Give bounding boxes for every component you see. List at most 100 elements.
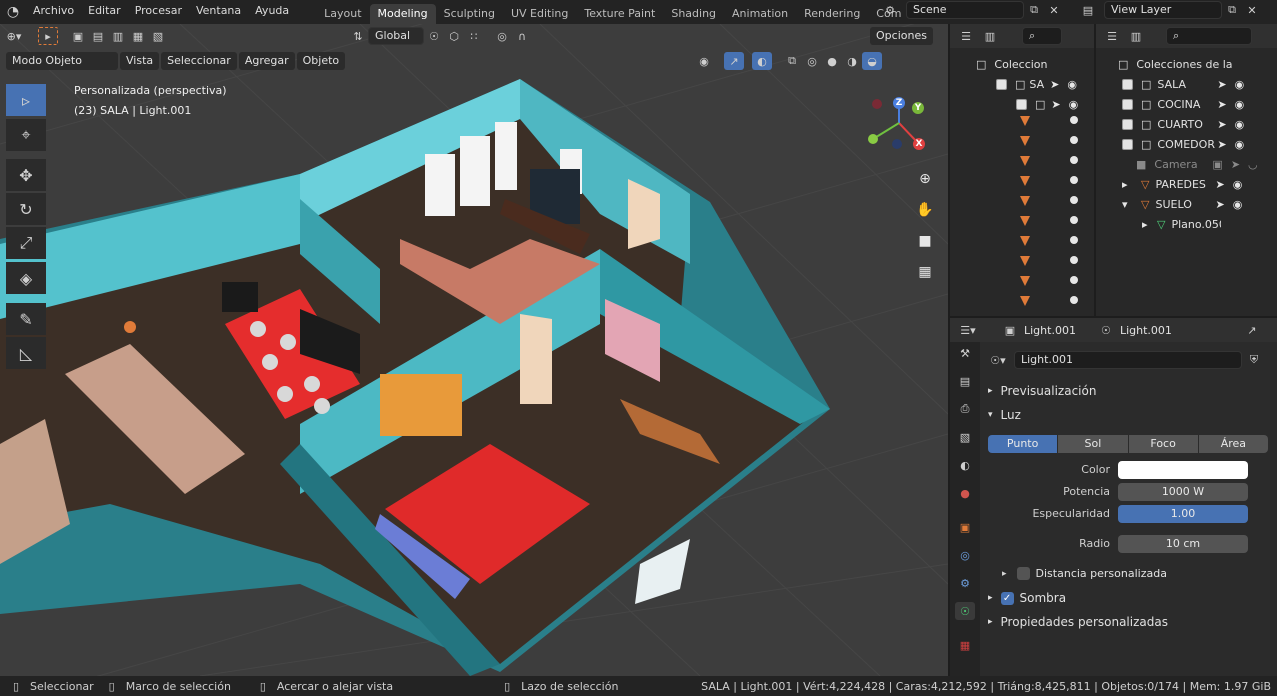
fake-user-shield-icon[interactable]: ⛨ [1244,351,1264,369]
gizmo-y-axis[interactable]: Y [912,102,924,114]
menu-seleccionar[interactable]: Seleccionar [161,52,237,70]
expand-arrow-icon[interactable]: ▸ [1142,218,1153,231]
radius-field[interactable]: 10 cm [1118,535,1248,553]
world-tab-icon[interactable]: ● [955,484,975,502]
mode-select[interactable]: Modo Objeto [6,52,118,70]
orientation-select[interactable]: Global [368,27,424,45]
select-arrow-icon[interactable]: ➤ [1217,118,1226,131]
outliner-left[interactable]: ☰ ▥ ⌕ □ Coleccion □ SA ➤ ◉ □ ➤ ◉ [950,24,1094,316]
view-layer-icon[interactable]: ▤ [1078,1,1098,19]
tab-modeling[interactable]: Modeling [369,3,436,24]
outliner-filter-icon[interactable]: ▥ [980,27,1000,45]
outliner-item-plano[interactable]: ▸ ▽ Plano.050 [1096,214,1277,234]
expand-arrow-icon[interactable]: ▾ [1122,198,1133,211]
include-checkbox[interactable] [1122,138,1133,150]
tab-rendering[interactable]: Rendering [796,4,868,24]
select-tool-icon[interactable]: ▸ [38,27,58,45]
ortho-toggle-button[interactable]: ▦ [912,259,938,285]
outliner-item-cocina[interactable]: □ COCINA ➤ ◉ [1096,94,1277,114]
measure-tool[interactable]: ◺ [6,337,46,369]
gizmo-z-axis[interactable]: Z [893,97,905,109]
rotate-tool[interactable]: ↻ [6,193,46,225]
tab-layout[interactable]: Layout [316,4,369,24]
physics-tab-icon[interactable]: ◎ [955,546,975,564]
outliner-item-suelo[interactable]: ▾ ▽ SUELO ➤ ◉ [1096,194,1277,214]
scene-tab-icon[interactable]: ◐ [955,456,975,474]
outliner-display-icon[interactable]: ☰ [1102,27,1122,45]
outliner-item-comedor[interactable]: □ COMEDOR ➤ ◉ [1096,134,1277,154]
select-intersect-icon[interactable]: ▧ [148,27,168,45]
select-arrow-icon[interactable]: ➤ [1050,78,1059,91]
cursor-tool[interactable]: ⌖ [6,119,46,151]
scale-tool[interactable]: ⤢ [6,227,46,259]
eye-icon[interactable]: ◉ [1233,198,1243,211]
view-layer-field[interactable]: View Layer [1104,1,1222,19]
outliner-left-object-rows[interactable] [1014,110,1094,310]
tab-uv-editing[interactable]: UV Editing [503,4,576,24]
solid-shading-icon[interactable]: ● [822,52,842,70]
xray-icon[interactable]: ⧉ [782,52,802,70]
gizmo-toggle-icon[interactable]: ↗ [724,52,744,70]
move-tool[interactable]: ✥ [6,159,46,191]
camera-view-button[interactable]: ■ [912,228,938,254]
section-preview[interactable]: ▸ Previsualización [988,384,1096,398]
outliner-item-paredes[interactable]: ▸ ▽ PAREDES ➤ ◉ [1096,174,1277,194]
eye-icon[interactable]: ◉ [1235,98,1245,111]
eye-icon[interactable]: ◉ [1235,118,1245,131]
falloff-icon[interactable]: ∩ [512,27,532,45]
menu-procesar[interactable]: Procesar [128,0,189,24]
scene-icon[interactable]: ⚙ [880,1,900,19]
copy-scene-icon[interactable]: ⧉ [1024,1,1044,19]
tab-sculpting[interactable]: Sculpting [436,4,503,24]
texture-tab-icon[interactable]: ▦ [955,636,975,654]
outliner-right[interactable]: ☰ ▥ ⌕ □ Colecciones de la □ SALA ➤ ◉ □ C… [1096,24,1277,316]
snap-grid-icon[interactable]: ∷ [464,27,484,45]
light-type-spot[interactable]: Foco [1128,435,1198,453]
menu-archivo[interactable]: Archivo [26,0,81,24]
close-view-layer-icon[interactable]: ✕ [1242,1,1262,19]
gizmo-x-axis[interactable]: X [913,138,925,150]
snap-icon[interactable]: ⬡ [444,27,464,45]
section-shadow[interactable]: ▸ ✓ Sombra [988,591,1066,605]
datablock-name-field[interactable]: Light.001 [1014,351,1242,369]
include-checkbox[interactable] [1122,98,1133,110]
menu-vista[interactable]: Vista [120,52,160,70]
view-layer-tab-icon[interactable]: ▧ [955,428,975,446]
transform-tool[interactable]: ◈ [6,262,46,294]
outliner-left-search[interactable]: ⌕ [1022,27,1062,45]
select-arrow-icon[interactable]: ➤ [1215,178,1224,191]
visibility-icon[interactable]: ◉ [694,52,714,70]
select-arrow-icon[interactable]: ➤ [1217,78,1226,91]
select-arrow-icon[interactable]: ➤ [1217,98,1226,111]
select-new-icon[interactable]: ▣ [68,27,88,45]
select-subtract-icon[interactable]: ▥ [108,27,128,45]
eye-closed-icon[interactable]: ◡ [1248,158,1258,171]
proportional-edit-icon[interactable]: ◎ [492,27,512,45]
close-scene-icon[interactable]: ✕ [1044,1,1064,19]
blender-logo-icon[interactable]: ◔ [0,3,26,21]
annotate-tool[interactable]: ✎ [6,303,46,335]
eye-icon[interactable]: ◉ [1235,78,1245,91]
wireframe-shading-icon[interactable]: ◎ [802,52,822,70]
pin-icon[interactable]: ↗ [1242,321,1262,339]
render-tab-icon[interactable]: ▤ [955,372,975,390]
power-field[interactable]: 1000 W [1118,483,1248,501]
outliner-item-sala[interactable]: □ SALA ➤ ◉ [1096,74,1277,94]
eye-icon[interactable]: ◉ [1235,138,1245,151]
tab-shading[interactable]: Shading [663,4,724,24]
material-shading-icon[interactable]: ◑ [842,52,862,70]
select-arrow-icon[interactable]: ➤ [1215,198,1224,211]
pan-button[interactable]: ✋ [912,197,938,223]
outliner-display-icon[interactable]: ☰ [956,27,976,45]
properties-editor-icon[interactable]: ☰▾ [958,321,978,339]
rendered-shading-icon[interactable]: ◒ [862,52,882,70]
menu-agregar[interactable]: Agregar [238,52,295,70]
light-data-tab-icon[interactable]: ☉ [955,602,975,620]
zoom-button[interactable]: ⊕ [912,166,938,192]
select-arrow-icon[interactable]: ➤ [1051,98,1060,111]
options-button[interactable]: Opciones [870,27,933,45]
select-arrow-icon[interactable]: ➤ [1217,138,1226,151]
scene-field[interactable]: Scene [906,1,1024,19]
3d-viewport[interactable]: ⊕▾ ▸ ▣ ▤ ▥ ▦ ▧ ⇅ Global ☉ ⬡ ∷ ◎ ∩ Opcion… [0,24,948,676]
select-invert-icon[interactable]: ▦ [128,27,148,45]
